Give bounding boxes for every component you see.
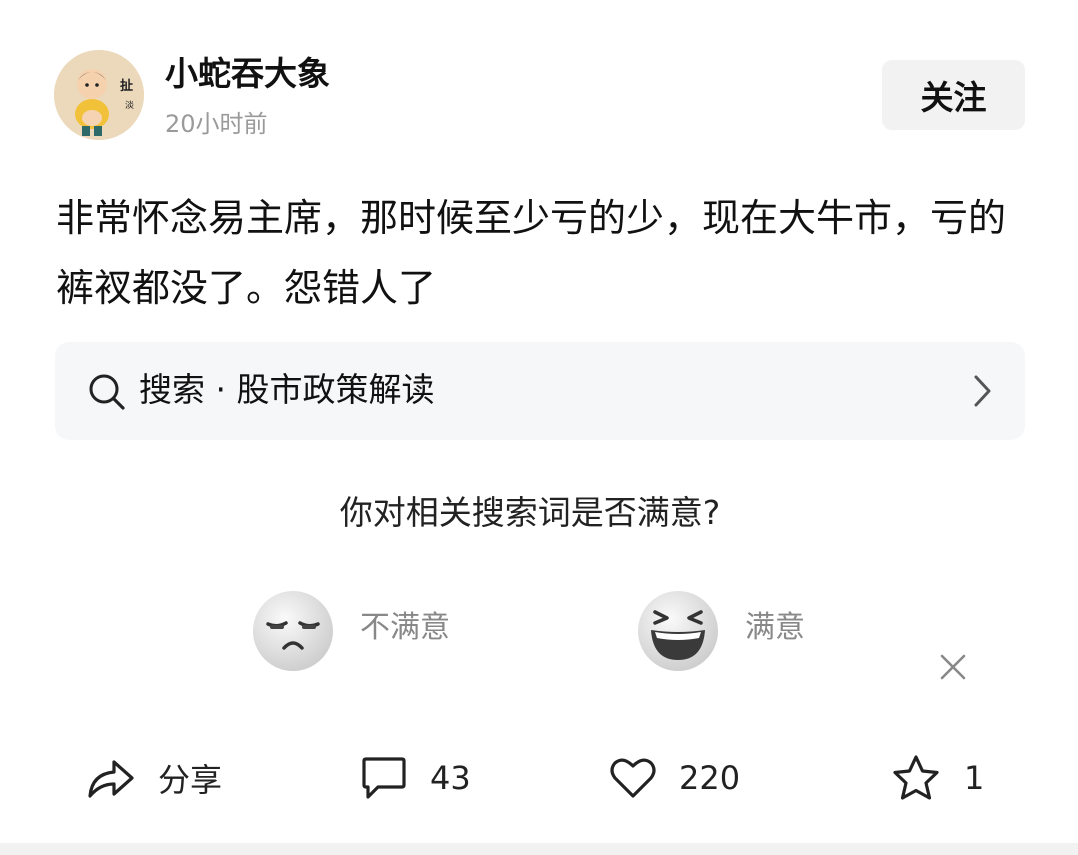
favorite-button[interactable]: 1 (890, 750, 984, 806)
search-suggestion-text: 搜索 · 股市政策解读 (139, 370, 435, 409)
share-icon (86, 754, 136, 802)
feedback-question: 你对相关搜索词是否满意? (339, 493, 721, 532)
dissatisfied-option[interactable]: 不满意 (360, 606, 450, 650)
frown-face-icon[interactable] (252, 590, 334, 672)
post-time: 20小时前 (165, 110, 268, 138)
divider (0, 843, 1078, 855)
avatar[interactable]: 扯 淡 (54, 50, 144, 140)
heart-icon (609, 756, 657, 800)
close-icon[interactable] (937, 651, 969, 683)
favorite-count: 1 (964, 759, 985, 797)
search-icon (87, 372, 127, 412)
share-button[interactable]: 分享 (86, 750, 222, 806)
post-content: 非常怀念易主席，那时候至少亏的少，现在大牛市，亏的裤衩都没了。怨错人了 (56, 196, 1007, 310)
like-count: 220 (679, 759, 741, 797)
follow-button[interactable]: 关注 (882, 60, 1025, 130)
comment-count: 43 (430, 759, 471, 797)
comment-icon (360, 755, 408, 801)
like-button[interactable]: 220 (609, 750, 740, 806)
chevron-right-icon (967, 372, 997, 410)
svg-text:扯: 扯 (120, 78, 133, 94)
comment-button[interactable]: 43 (360, 750, 471, 806)
search-suggestion-bar[interactable]: 搜索 · 股市政策解读 (55, 342, 1025, 440)
laughing-face-icon[interactable] (637, 590, 719, 672)
svg-text:淡: 淡 (125, 100, 134, 111)
share-label: 分享 (158, 761, 223, 799)
username[interactable]: 小蛇吞大象 (165, 52, 330, 96)
star-icon (890, 753, 942, 803)
satisfied-option[interactable]: 满意 (745, 606, 805, 650)
